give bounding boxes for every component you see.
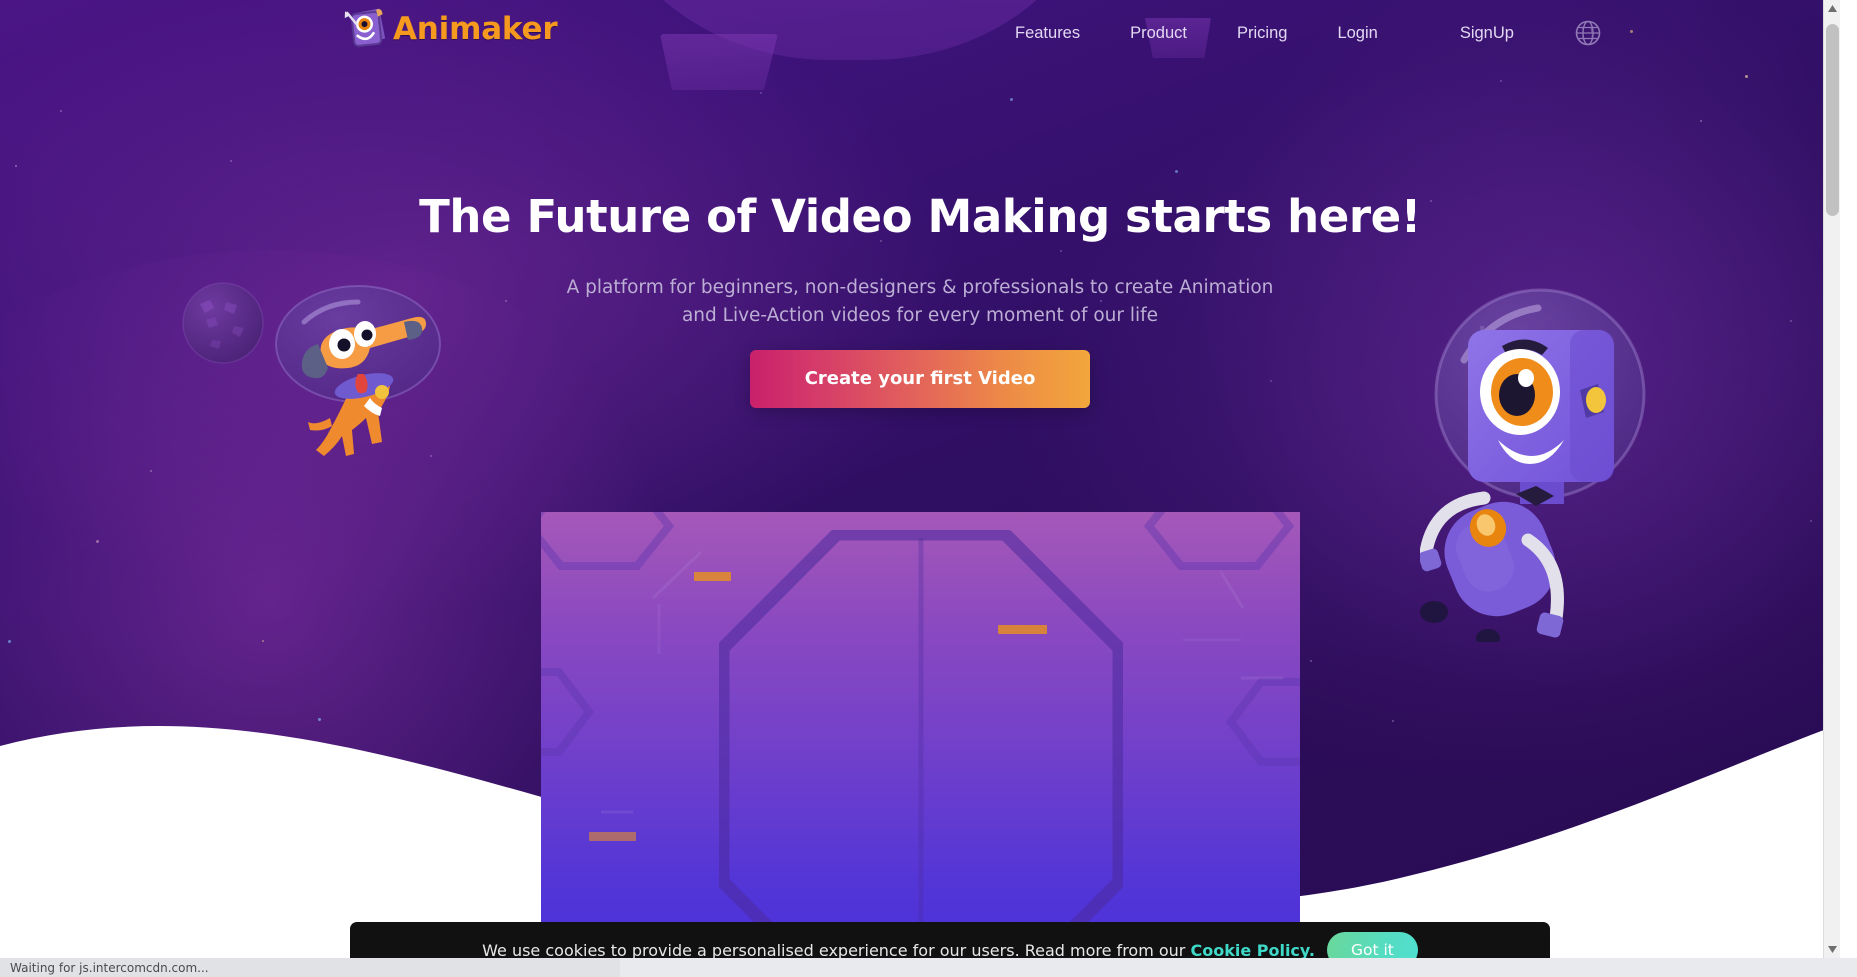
nav-link-features[interactable]: Features	[990, 24, 1105, 43]
hero-subtitle: A platform for beginners, non-designers …	[0, 274, 1840, 330]
main-navigation: Animaker Features Product Pricing Login …	[0, 0, 1840, 66]
cookie-policy-link[interactable]: Cookie Policy.	[1190, 941, 1314, 959]
chevron-down-icon	[1828, 946, 1837, 953]
scrollbar-thumb[interactable]	[1826, 24, 1839, 216]
hatch-accent-bar-3	[589, 832, 636, 841]
spaceship-hatch-video-placeholder[interactable]	[541, 512, 1300, 958]
vertical-scrollbar[interactable]	[1823, 0, 1840, 958]
cookie-message-text: We use cookies to provide a personalised…	[482, 940, 1191, 959]
nav-links: Features Product Pricing Login SignUp	[990, 0, 1601, 66]
hatch-corner-shapes	[541, 512, 1300, 958]
animaker-monster-logo-icon	[344, 8, 386, 47]
scroll-down-button[interactable]	[1824, 941, 1840, 958]
brand-logo[interactable]: Animaker	[344, 7, 558, 51]
scroll-up-button[interactable]	[1824, 0, 1840, 17]
chevron-up-icon	[1828, 5, 1837, 12]
create-first-video-button[interactable]: Create your first Video	[750, 350, 1090, 408]
hatch-accent-bar-2	[998, 625, 1047, 634]
status-message: Waiting for js.intercomcdn.com...	[0, 958, 620, 977]
browser-status-bar: Waiting for js.intercomcdn.com...	[0, 958, 1857, 977]
cta-container: Create your first Video	[0, 350, 1840, 408]
hero-subtitle-line-1: A platform for beginners, non-designers …	[566, 277, 1274, 298]
brand-name: Animaker	[393, 11, 558, 47]
hero-content: The Future of Video Making starts here! …	[0, 0, 1840, 958]
page-title: The Future of Video Making starts here!	[419, 190, 1421, 243]
hatch-accent-bar-1	[694, 572, 731, 581]
cookie-accept-button[interactable]: Got it	[1326, 932, 1418, 958]
cookie-message: We use cookies to provide a personalised…	[482, 941, 1315, 959]
globe-language-icon[interactable]	[1575, 20, 1601, 46]
browser-page: Animaker Features Product Pricing Login …	[0, 0, 1857, 977]
nav-link-pricing[interactable]: Pricing	[1212, 24, 1312, 43]
nav-link-signup[interactable]: SignUp	[1435, 24, 1539, 43]
cookie-consent-banner: We use cookies to provide a personalised…	[350, 922, 1550, 958]
page-viewport: Animaker Features Product Pricing Login …	[0, 0, 1840, 958]
nav-link-product[interactable]: Product	[1105, 24, 1212, 43]
hero-subtitle-line-2: and Live-Action videos for every moment …	[681, 305, 1159, 327]
nav-link-login[interactable]: Login	[1312, 24, 1402, 43]
